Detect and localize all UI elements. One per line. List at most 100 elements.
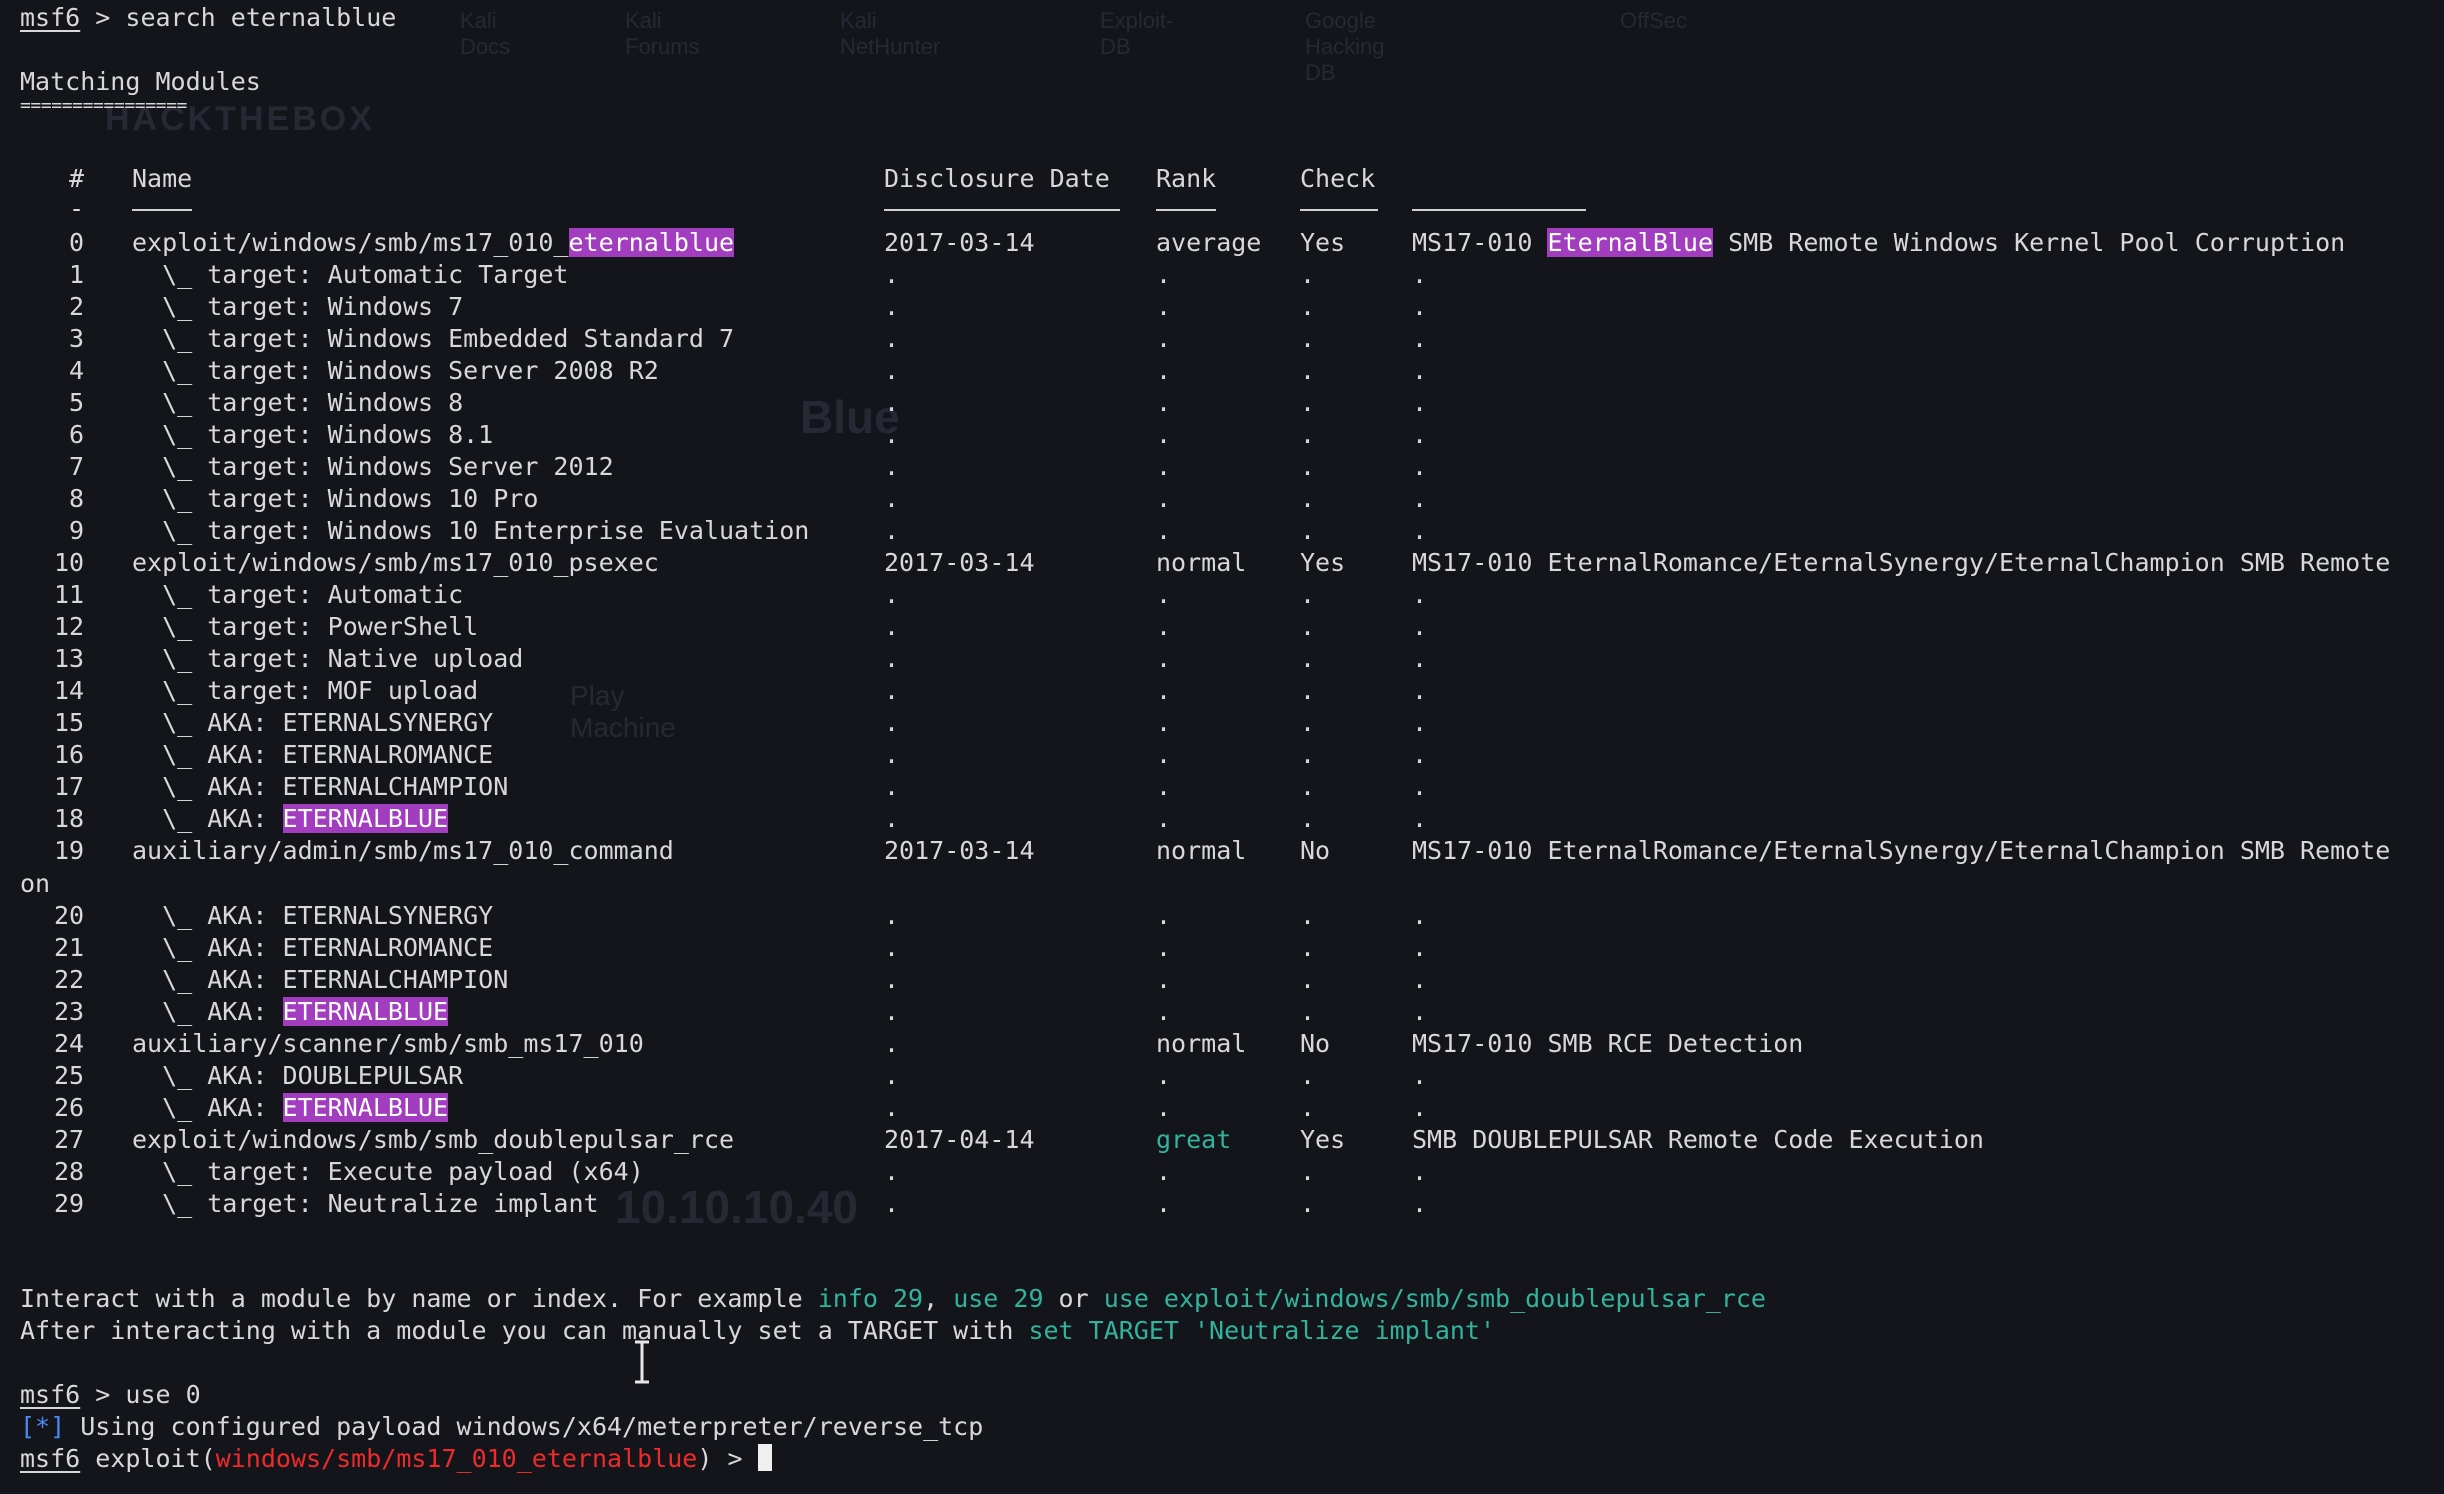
row-index: 29 xyxy=(54,1189,85,1218)
row-rank: great xyxy=(1156,1125,1232,1154)
row-name: \_ AKA: ETERNALSYNERGY xyxy=(132,900,493,932)
exploit-suffix: ) > xyxy=(697,1444,743,1473)
prompt-msf6: msf6 xyxy=(20,3,81,32)
hint1-or: or xyxy=(1043,1284,1104,1313)
row-description: . xyxy=(1412,1156,1427,1188)
row-description: . xyxy=(1412,579,1427,611)
row-check: Yes xyxy=(1300,548,1346,577)
table-header: # Name Disclosure Date Rank Check xyxy=(0,163,2444,195)
row-description: . xyxy=(1412,1092,1427,1124)
search-highlight: ETERNALBLUE xyxy=(282,804,449,833)
table-row: 26 \_ AKA: ETERNALBLUE.... xyxy=(0,1092,2444,1124)
row-name: \_ AKA: DOUBLEPULSAR xyxy=(132,1060,463,1092)
row-index: 28 xyxy=(54,1157,85,1186)
row-name-text: \_ AKA: xyxy=(132,997,283,1026)
row-check: . xyxy=(1300,484,1316,513)
row-description: . xyxy=(1412,932,1427,964)
row-check: . xyxy=(1300,356,1316,385)
row-name: \_ target: Windows 10 Pro xyxy=(132,483,538,515)
row-index: 25 xyxy=(54,1061,85,1090)
row-rank: . xyxy=(1156,708,1172,737)
row-description: . xyxy=(1412,419,1427,451)
row-rank: . xyxy=(1156,1061,1172,1090)
search-highlight: eternalblue xyxy=(568,228,735,257)
row-description: . xyxy=(1412,964,1427,996)
table-row: 7 \_ target: Windows Server 2012.... xyxy=(0,451,2444,483)
row-description: . xyxy=(1412,803,1427,835)
terminal[interactable]: msf6 > search eternalblue Matching Modul… xyxy=(0,0,2444,1494)
row-name: \_ AKA: ETERNALCHAMPION xyxy=(132,964,508,996)
header-check-rule xyxy=(1300,209,1378,211)
row-description: . xyxy=(1412,996,1427,1028)
row-description-text: . xyxy=(1412,740,1428,769)
row-name-text: exploit/windows/smb/ms17_010_psexec xyxy=(132,548,659,577)
table-row: 28 \_ target: Execute payload (x64).... xyxy=(0,1156,2444,1188)
row-rank: . xyxy=(1156,324,1172,353)
row-name: \_ target: Windows 10 Enterprise Evaluat… xyxy=(132,515,809,547)
payload-line: [*] Using configured payload windows/x64… xyxy=(20,1411,983,1443)
header-disclosure-date: Disclosure Date xyxy=(884,164,1110,193)
row-name-text: \_ target: Windows 10 Enterprise Evaluat… xyxy=(132,516,810,545)
exploit-prefix: exploit( xyxy=(95,1444,216,1473)
table-row: 25 \_ AKA: DOUBLEPULSAR.... xyxy=(0,1060,2444,1092)
row-description: MS17-010 EternalRomance/EternalSynergy/E… xyxy=(1412,547,2390,579)
table-row: 2 \_ target: Windows 7.... xyxy=(0,291,2444,323)
row-check: Yes xyxy=(1300,228,1346,257)
row-description-text: . xyxy=(1412,580,1428,609)
row-disclosure-date: . xyxy=(884,644,900,673)
row-name-text: \_ AKA: xyxy=(132,804,283,833)
table-row: 6 \_ target: Windows 8.1.... xyxy=(0,419,2444,451)
row-rank: . xyxy=(1156,933,1172,962)
row-disclosure-date: . xyxy=(884,1029,900,1058)
row-disclosure-date: . xyxy=(884,516,900,545)
row-check: . xyxy=(1300,420,1316,449)
row-description-text: . xyxy=(1412,644,1428,673)
prompt-msf6: msf6 xyxy=(20,1444,81,1473)
row-index: 17 xyxy=(54,772,85,801)
row-index: 27 xyxy=(54,1125,85,1154)
prompt-separator: > xyxy=(95,3,111,32)
row-description-text: . xyxy=(1412,1061,1428,1090)
row-rank: . xyxy=(1156,772,1172,801)
use-command: use 0 xyxy=(125,1380,201,1409)
row-name-text: \_ AKA: ETERNALROMANCE xyxy=(132,933,494,962)
row-name-text: \_ target: Windows 7 xyxy=(132,292,464,321)
row-name: \_ target: Native upload xyxy=(132,643,523,675)
row-description-text: . xyxy=(1412,612,1428,641)
row-disclosure-date: . xyxy=(884,260,900,289)
prompt-msf6: msf6 xyxy=(20,1380,81,1409)
row-name: \_ target: Windows Server 2012 xyxy=(132,451,614,483)
table-row: 16 \_ AKA: ETERNALROMANCE.... xyxy=(0,739,2444,771)
row-description-text: . xyxy=(1412,324,1428,353)
row-index: 14 xyxy=(54,676,85,705)
row-check: . xyxy=(1300,612,1316,641)
row-name: \_ target: Windows 7 xyxy=(132,291,463,323)
row-name-text: \_ target: PowerShell xyxy=(132,612,479,641)
row-disclosure-date: . xyxy=(884,324,900,353)
row-rank: . xyxy=(1156,676,1172,705)
row-check: . xyxy=(1300,644,1316,673)
row-rank: normal xyxy=(1156,1029,1247,1058)
row-check: . xyxy=(1300,580,1316,609)
row-rank: . xyxy=(1156,356,1172,385)
row-rank: . xyxy=(1156,1157,1172,1186)
row-disclosure-date: . xyxy=(884,1189,900,1218)
hint-line-1: Interact with a module by name or index.… xyxy=(20,1283,1766,1315)
row-description-text: . xyxy=(1412,804,1428,833)
row-name-text: exploit/windows/smb/ms17_010_ xyxy=(132,228,569,257)
exploit-prompt-line[interactable]: msf6 exploit(windows/smb/ms17_010_eterna… xyxy=(20,1443,772,1475)
text-cursor xyxy=(757,1444,772,1471)
row-description-text: . xyxy=(1412,1093,1428,1122)
row-description-text: . xyxy=(1412,1189,1428,1218)
row-index: 23 xyxy=(54,997,85,1026)
row-rank: . xyxy=(1156,1093,1172,1122)
mouse-ibeam-cursor-icon xyxy=(635,1340,649,1384)
header-rank: Rank xyxy=(1156,164,1217,193)
row-check: . xyxy=(1300,676,1316,705)
row-name: \_ AKA: ETERNALBLUE xyxy=(132,996,449,1028)
row-rank: . xyxy=(1156,997,1172,1026)
table-row: 14 \_ target: MOF upload.... xyxy=(0,675,2444,707)
row-index: 5 xyxy=(69,388,85,417)
row-index: 13 xyxy=(54,644,85,673)
row-disclosure-date: . xyxy=(884,901,900,930)
